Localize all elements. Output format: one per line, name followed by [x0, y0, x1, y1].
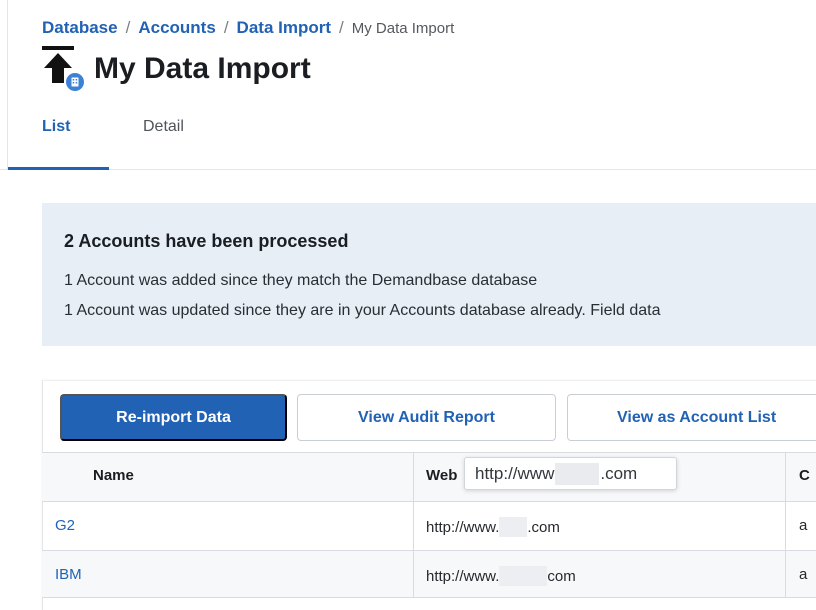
table-border: [42, 501, 816, 502]
building-icon: [66, 73, 84, 91]
column-header-web[interactable]: Web: [426, 467, 457, 484]
account-name-link[interactable]: G2: [55, 517, 75, 534]
view-as-account-list-button[interactable]: View as Account List: [567, 394, 816, 441]
redacted-text: [555, 462, 600, 485]
url-tooltip: http://www .com: [464, 457, 677, 490]
table-border: [42, 597, 816, 598]
reimport-data-button[interactable]: Re-import Data: [60, 394, 287, 441]
table-cell: a: [799, 517, 808, 534]
tab-list[interactable]: List: [42, 118, 70, 136]
breadcrumb-separator: /: [125, 18, 131, 37]
account-website: http://www. .com: [426, 517, 560, 537]
column-header-third[interactable]: C: [799, 467, 810, 484]
breadcrumb-separator: /: [223, 18, 229, 37]
column-divider: [785, 452, 786, 597]
tooltip-suffix: .com: [600, 463, 638, 483]
breadcrumb: Database / Accounts / Data Import / My D…: [42, 18, 454, 38]
url-prefix: http://www.: [426, 518, 500, 536]
breadcrumb-database[interactable]: Database: [42, 18, 118, 38]
page-title: My Data Import: [94, 52, 311, 85]
processing-summary-banner: 2 Accounts have been processed 1 Account…: [42, 203, 816, 346]
breadcrumb-accounts[interactable]: Accounts: [138, 18, 215, 38]
table-cell: a: [799, 566, 808, 583]
column-divider: [413, 452, 414, 597]
url-prefix: http://www.: [426, 567, 500, 585]
account-name-link[interactable]: IBM: [55, 566, 82, 583]
table-border: [42, 452, 816, 453]
breadcrumb-separator: /: [339, 18, 344, 37]
active-tab-indicator: [8, 167, 109, 170]
column-header-name[interactable]: Name: [93, 467, 134, 484]
breadcrumb-data-import[interactable]: Data Import: [237, 18, 331, 38]
tooltip-prefix: http://www: [475, 463, 555, 483]
summary-line-updated: 1 Account was updated since they are in …: [64, 302, 661, 319]
view-audit-report-button[interactable]: View Audit Report: [297, 394, 556, 441]
redacted-text: [499, 566, 548, 586]
url-suffix: com: [547, 567, 576, 585]
upload-arrow-icon: [42, 46, 88, 92]
redacted-text: [499, 517, 528, 537]
table-border: [42, 550, 816, 551]
tab-bar: List Detail: [0, 110, 816, 170]
page-header: My Data Import: [42, 46, 311, 92]
account-website: http://www. com: [426, 566, 576, 586]
tab-detail[interactable]: Detail: [143, 118, 184, 136]
url-suffix: .com: [527, 518, 560, 536]
summary-heading: 2 Accounts have been processed: [64, 231, 349, 251]
summary-line-added: 1 Account was added since they match the…: [64, 272, 538, 289]
breadcrumb-current: My Data Import: [351, 19, 455, 37]
